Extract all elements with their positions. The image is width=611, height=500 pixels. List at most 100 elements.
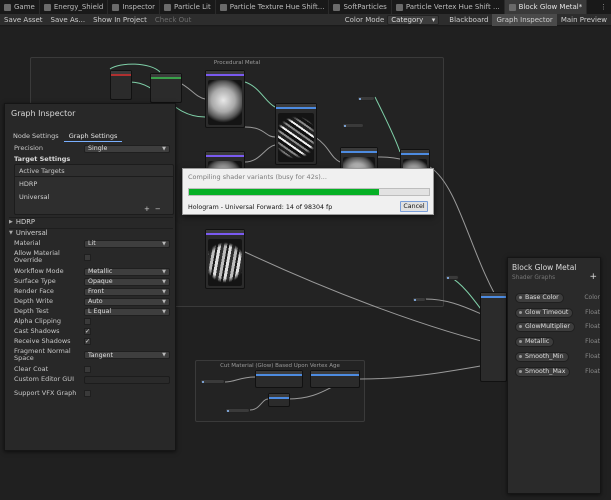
target-item-hdrp[interactable]: HDRP <box>19 180 37 188</box>
chevron-down-icon: ▼ <box>9 230 13 236</box>
tab-graph-settings[interactable]: Graph Settings <box>63 131 123 142</box>
blackboard-title: Block Glow Metal <box>512 263 577 272</box>
tab-node-settings[interactable]: Node Settings <box>8 131 64 142</box>
time-node[interactable] <box>268 393 290 407</box>
info-icon <box>112 3 120 11</box>
chevron-down-icon: ▼ <box>162 308 166 315</box>
support-vfx-checkbox[interactable] <box>84 389 91 397</box>
alpha-clipping-checkbox[interactable] <box>84 318 91 325</box>
depth-test-dropdown[interactable]: L Equal ▼ <box>84 307 170 316</box>
more-options-icon[interactable]: ⋮ <box>596 0 611 14</box>
shader-icon <box>219 3 227 11</box>
precision-label: Precision <box>14 144 44 152</box>
show-in-project-button[interactable]: Show In Project <box>89 14 151 26</box>
chevron-down-icon: ▼ <box>162 240 166 247</box>
main-preview-toggle[interactable]: Main Preview <box>557 14 611 26</box>
chevron-down-icon: ▼ <box>162 288 166 295</box>
add-property-button[interactable]: + <box>589 272 597 282</box>
blackboard-toggle[interactable]: Blackboard <box>445 14 492 26</box>
target-item-universal[interactable]: Universal <box>19 193 49 201</box>
section-hdrp[interactable]: ▶ HDRP <box>9 217 173 226</box>
cast-shadows-row: Cast Shadows ✓ <box>14 327 174 336</box>
depth-write-dropdown[interactable]: Auto ▼ <box>84 297 170 306</box>
cast-shadows-checkbox[interactable]: ✓ <box>84 328 91 335</box>
blackboard-property[interactable]: Smooth_Min Float <box>515 351 600 362</box>
property-node[interactable] <box>445 275 459 280</box>
property-pill[interactable]: Base Color <box>515 292 564 303</box>
section-universal[interactable]: ▼ Universal <box>9 228 173 237</box>
remove-target-button[interactable]: − <box>155 205 161 213</box>
color-mode-label: Color Mode <box>344 15 385 24</box>
comparison-node[interactable] <box>255 370 303 388</box>
workflow-dropdown[interactable]: Metallic ▼ <box>84 267 170 276</box>
property-pill[interactable]: Metallic <box>515 336 555 347</box>
property-pill[interactable]: Smooth_Min <box>515 351 569 362</box>
precision-dropdown[interactable]: Single ▼ <box>84 144 170 153</box>
node-header <box>206 230 244 235</box>
graph-inspector-panel[interactable]: Graph Inspector Node Settings Graph Sett… <box>4 103 176 451</box>
allow-override-checkbox[interactable] <box>84 253 91 261</box>
custom-editor-label: Custom Editor GUI <box>14 375 74 383</box>
render-face-row: Render Face Front ▼ <box>14 287 174 296</box>
receive-shadows-checkbox[interactable]: ✓ <box>84 338 91 345</box>
blend-node[interactable] <box>275 103 317 165</box>
node-header <box>256 371 302 376</box>
property-node[interactable] <box>200 379 225 384</box>
workflow-row: Workflow Mode Metallic ▼ <box>14 267 174 276</box>
cancel-button[interactable]: Cancel <box>400 201 428 212</box>
property-node[interactable] <box>412 297 426 302</box>
graph-inspector-toggle[interactable]: Graph Inspector <box>492 13 557 26</box>
blackboard-property[interactable]: Metallic Float <box>515 336 600 347</box>
tab-particle-texture-hue[interactable]: Particle Texture Hue Shift... <box>216 0 330 14</box>
property-node[interactable] <box>357 96 375 101</box>
game-icon <box>4 3 11 11</box>
save-as-button[interactable]: Save As... <box>47 14 90 26</box>
tab-block-glow-metal[interactable]: Block Glow Metal* <box>504 0 588 14</box>
clear-coat-label: Clear Coat <box>14 365 49 373</box>
support-vfx-label: Support VFX Graph <box>14 388 77 397</box>
chevron-down-icon: ▼ <box>162 352 166 358</box>
tab-particle-lit[interactable]: Particle Lit <box>160 0 216 14</box>
property-pill[interactable]: GlowMultiplier <box>515 321 575 332</box>
custom-editor-input[interactable] <box>84 375 170 384</box>
blackboard-property[interactable]: Smooth_Max Float <box>515 366 600 377</box>
noise-node[interactable] <box>205 70 245 128</box>
check-out-button[interactable]: Check Out <box>151 14 195 26</box>
graph-node[interactable] <box>110 70 132 100</box>
property-dot-icon <box>519 325 522 328</box>
master-stack-node[interactable] <box>480 292 507 382</box>
color-mode-dropdown[interactable]: Category ▾ <box>387 14 440 25</box>
property-type: Float <box>585 353 600 360</box>
property-type: Float <box>585 368 600 375</box>
node-preview <box>278 113 314 162</box>
node-header <box>111 71 131 76</box>
blackboard-property[interactable]: Glow Timeout Float <box>515 307 600 318</box>
branch-node[interactable] <box>310 370 360 388</box>
fragment-normal-dropdown[interactable]: Tangent ▼ <box>84 351 170 359</box>
property-dot-icon <box>519 296 522 299</box>
property-pill[interactable]: Smooth_Max <box>515 366 571 377</box>
blackboard-property[interactable]: Base Color Color <box>515 292 600 303</box>
clear-coat-checkbox[interactable] <box>84 366 91 373</box>
target-list-controls: + − <box>144 205 161 213</box>
render-face-dropdown[interactable]: Front ▼ <box>84 287 170 296</box>
add-target-button[interactable]: + <box>144 205 150 213</box>
tab-inspector[interactable]: Inspector <box>108 0 161 14</box>
blackboard-panel[interactable]: Block Glow Metal Shader Graphs + Base Co… <box>507 257 601 494</box>
property-node[interactable] <box>225 408 250 413</box>
material-dropdown[interactable]: Lit ▼ <box>84 239 170 248</box>
chevron-down-icon: ▼ <box>162 278 166 285</box>
blackboard-property[interactable]: GlowMultiplier Float <box>515 321 600 332</box>
property-node[interactable] <box>342 123 364 128</box>
gradient-noise-node[interactable] <box>205 229 245 289</box>
tab-game[interactable]: Game <box>0 0 40 14</box>
depth-test-label: Depth Test <box>14 307 49 315</box>
tab-energy-shield[interactable]: Energy_Shield <box>40 0 109 14</box>
save-asset-button[interactable]: Save Asset <box>0 14 47 26</box>
property-pill[interactable]: Glow Timeout <box>515 307 574 318</box>
tab-particle-vertex-hue[interactable]: Particle Vertex Hue Shift ... <box>392 0 505 14</box>
tab-soft-particles[interactable]: SoftParticles <box>329 0 392 14</box>
graph-node[interactable] <box>150 73 182 103</box>
material-row: Material Lit ▼ <box>14 239 174 248</box>
surface-dropdown[interactable]: Opaque ▼ <box>84 277 170 286</box>
